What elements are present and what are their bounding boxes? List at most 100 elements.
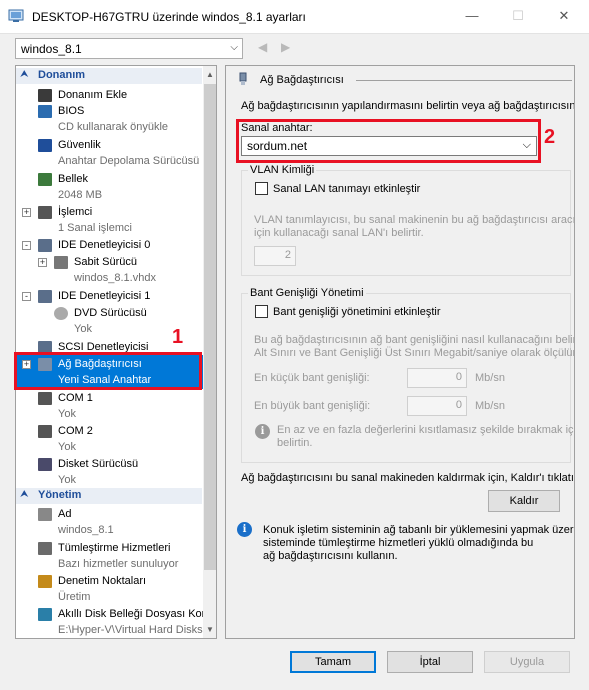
hardware-header-label: Donanım [38, 69, 86, 81]
hardware-section-header[interactable]: ⮝ Donanım [16, 68, 202, 84]
tree-item-label: DVD Sürücüsü [74, 307, 147, 319]
integration-services-icon [38, 542, 52, 555]
tree-item-17[interactable]: Akıllı Disk Belleği Dosyası Konumu E:\Hyp… [16, 607, 216, 638]
tree-item-6[interactable]: + Sabit Sürücü windos_8.1.vhdx [16, 255, 202, 287]
tree-item-0[interactable]: Donanım Ekle [16, 88, 202, 104]
title-bar: DESKTOP-H67GTRU üzerinde windos_8.1 ayar… [0, 0, 589, 34]
ide-controller-icon [38, 290, 52, 303]
tree-item-label: IDE Denetleyicisi 0 [58, 239, 151, 251]
tree-item-label: Ad [58, 508, 72, 520]
tree-item-3[interactable]: Bellek 2048 MB [16, 172, 202, 204]
tree-item-2[interactable]: Güvenlik Anahtar Depolama Sürücüsü [16, 138, 202, 170]
tree-item-subtitle: windos_8.1 [58, 524, 114, 536]
expand-icon[interactable]: + [22, 208, 31, 217]
vlan-description-line2: için kullanacağı sanal LAN'ı belirtir. [254, 227, 424, 239]
management-section-header[interactable]: ⮝ Yönetim [16, 488, 202, 504]
maximize-button[interactable]: ☐ [495, 0, 541, 32]
min-bandwidth-input[interactable]: 0 [407, 368, 467, 388]
remove-button[interactable]: Kaldır [488, 490, 560, 512]
smart-paging-icon [38, 608, 52, 621]
tree-item-14[interactable]: Ad windos_8.1 [16, 507, 202, 539]
vlan-group-label: VLAN Kimliği [248, 164, 317, 176]
tree-item-label: Bellek [58, 173, 88, 185]
network-adapter-icon [239, 72, 247, 85]
max-bandwidth-input[interactable]: 0 [407, 396, 467, 416]
processor-icon [38, 206, 52, 219]
vlan-checkbox[interactable] [255, 182, 268, 195]
collapse-icon[interactable]: - [22, 292, 31, 301]
bandwidth-description-line2: Alt Sınırı ve Bant Genişliği Üst Sınırı … [254, 347, 575, 359]
info-text-line2: sisteminde tümleştirme hizmetleri yüklü … [263, 537, 534, 549]
bandwidth-checkbox[interactable] [255, 305, 268, 318]
collapse-icon[interactable]: - [22, 241, 31, 250]
minimize-button[interactable]: — [449, 0, 495, 32]
collapse-icon: ⮝ [20, 489, 29, 500]
tree-item-16[interactable]: Denetim Noktaları Üretim [16, 574, 202, 606]
bandwidth-note-line2: belirtin. [277, 437, 313, 449]
window-title: DESKTOP-H67GTRU üzerinde windos_8.1 ayar… [32, 10, 306, 24]
annotation-box-1 [14, 352, 202, 390]
tree-item-subtitle: CD kullanarak önyükle [58, 121, 169, 133]
bios-icon [38, 105, 52, 118]
remove-instruction-text: Ağ bağdaştırıcısını bu sanal makineden k… [241, 472, 575, 484]
annotation-box-2 [236, 119, 541, 163]
vlan-id-input[interactable]: 2 [254, 246, 296, 266]
panel-header: Ağ Bağdaştırıcısı [260, 74, 344, 86]
tree-item-subtitle: Üretim [58, 591, 91, 603]
tree-item-subtitle: Yok [74, 323, 92, 335]
close-button[interactable]: ✕ [541, 0, 587, 32]
cancel-button[interactable]: İptal [387, 651, 473, 673]
checkpoint-icon [38, 575, 52, 588]
tree-item-label: İşlemci [58, 206, 93, 218]
tree-item-7[interactable]: - IDE Denetleyicisi 1 [16, 289, 202, 305]
scroll-down-icon[interactable]: ▼ [204, 625, 216, 634]
scroll-up-icon[interactable]: ▲ [204, 70, 216, 79]
tree-item-label: Donanım Ekle [58, 89, 128, 101]
info-text-line1: Konuk işletim sisteminin ağ tabanlı bir … [263, 524, 575, 536]
info-icon: i [237, 522, 252, 537]
tree-item-label: COM 2 [58, 425, 93, 437]
tree-item-11[interactable]: COM 1 Yok [16, 391, 202, 423]
chevron-down-icon: ⌵ [230, 42, 238, 53]
max-bandwidth-unit: Mb/sn [475, 400, 505, 412]
tree-item-label: BIOS [58, 105, 85, 117]
tree-item-1[interactable]: BIOS CD kullanarak önyükle [16, 104, 202, 136]
ide-controller-icon [38, 239, 52, 252]
expand-icon[interactable]: + [38, 258, 47, 267]
tree-item-subtitle: windos_8.1.vhdx [74, 272, 156, 284]
tree-item-subtitle: Yok [58, 474, 76, 486]
dvd-icon [54, 307, 68, 320]
tree-item-12[interactable]: COM 2 Yok [16, 424, 202, 456]
tree-item-label: COM 1 [58, 392, 93, 404]
header-divider [356, 80, 572, 81]
back-button[interactable]: ◀ [258, 40, 267, 54]
floppy-icon [38, 458, 52, 471]
tree-item-label: Güvenlik [58, 139, 101, 151]
com-port-icon [38, 425, 52, 438]
bandwidth-checkbox-label[interactable]: Bant genişliği yönetimini etkinleştir [273, 306, 441, 318]
tree-item-4[interactable]: + İşlemci 1 Sanal işlemci [16, 205, 202, 237]
vlan-checkbox-label[interactable]: Sanal LAN tanımayı etkinleştir [273, 183, 420, 195]
shield-icon [38, 139, 52, 152]
apply-button[interactable]: Uygula [484, 651, 570, 673]
tree-item-subtitle: 2048 MB [58, 189, 103, 201]
tree-item-5[interactable]: - IDE Denetleyicisi 0 [16, 238, 202, 254]
tree-item-13[interactable]: Disket Sürücüsü Yok [16, 457, 202, 489]
vlan-description-line1: VLAN tanımlayıcısı, bu sanal makinenin b… [254, 214, 575, 226]
vm-selector[interactable]: windos_8.1 ⌵ [15, 38, 243, 59]
forward-button[interactable]: ▶ [281, 40, 290, 54]
management-header-label: Yönetim [38, 489, 82, 501]
tree-item-15[interactable]: Tümleştirme Hizmetleri Bazı hizmetler sun… [16, 541, 202, 573]
max-bandwidth-label: En büyük bant genişliği: [254, 400, 371, 412]
tree-scrollbar-thumb[interactable] [204, 84, 216, 570]
ok-button[interactable]: Tamam [290, 651, 376, 673]
hard-drive-icon [54, 256, 68, 269]
tree-item-subtitle: Yok [58, 441, 76, 453]
hyper-v-settings-icon [8, 9, 24, 22]
tree-item-label: Sabit Sürücü [74, 256, 137, 268]
tree-item-label: Denetim Noktaları [58, 575, 147, 587]
tree-item-subtitle: 1 Sanal işlemci [58, 222, 132, 234]
intro-text: Ağ bağdaştırıcısının yapılandırmasını be… [241, 100, 575, 112]
add-hardware-icon [38, 89, 52, 102]
annotation-number-2: 2 [544, 126, 556, 148]
